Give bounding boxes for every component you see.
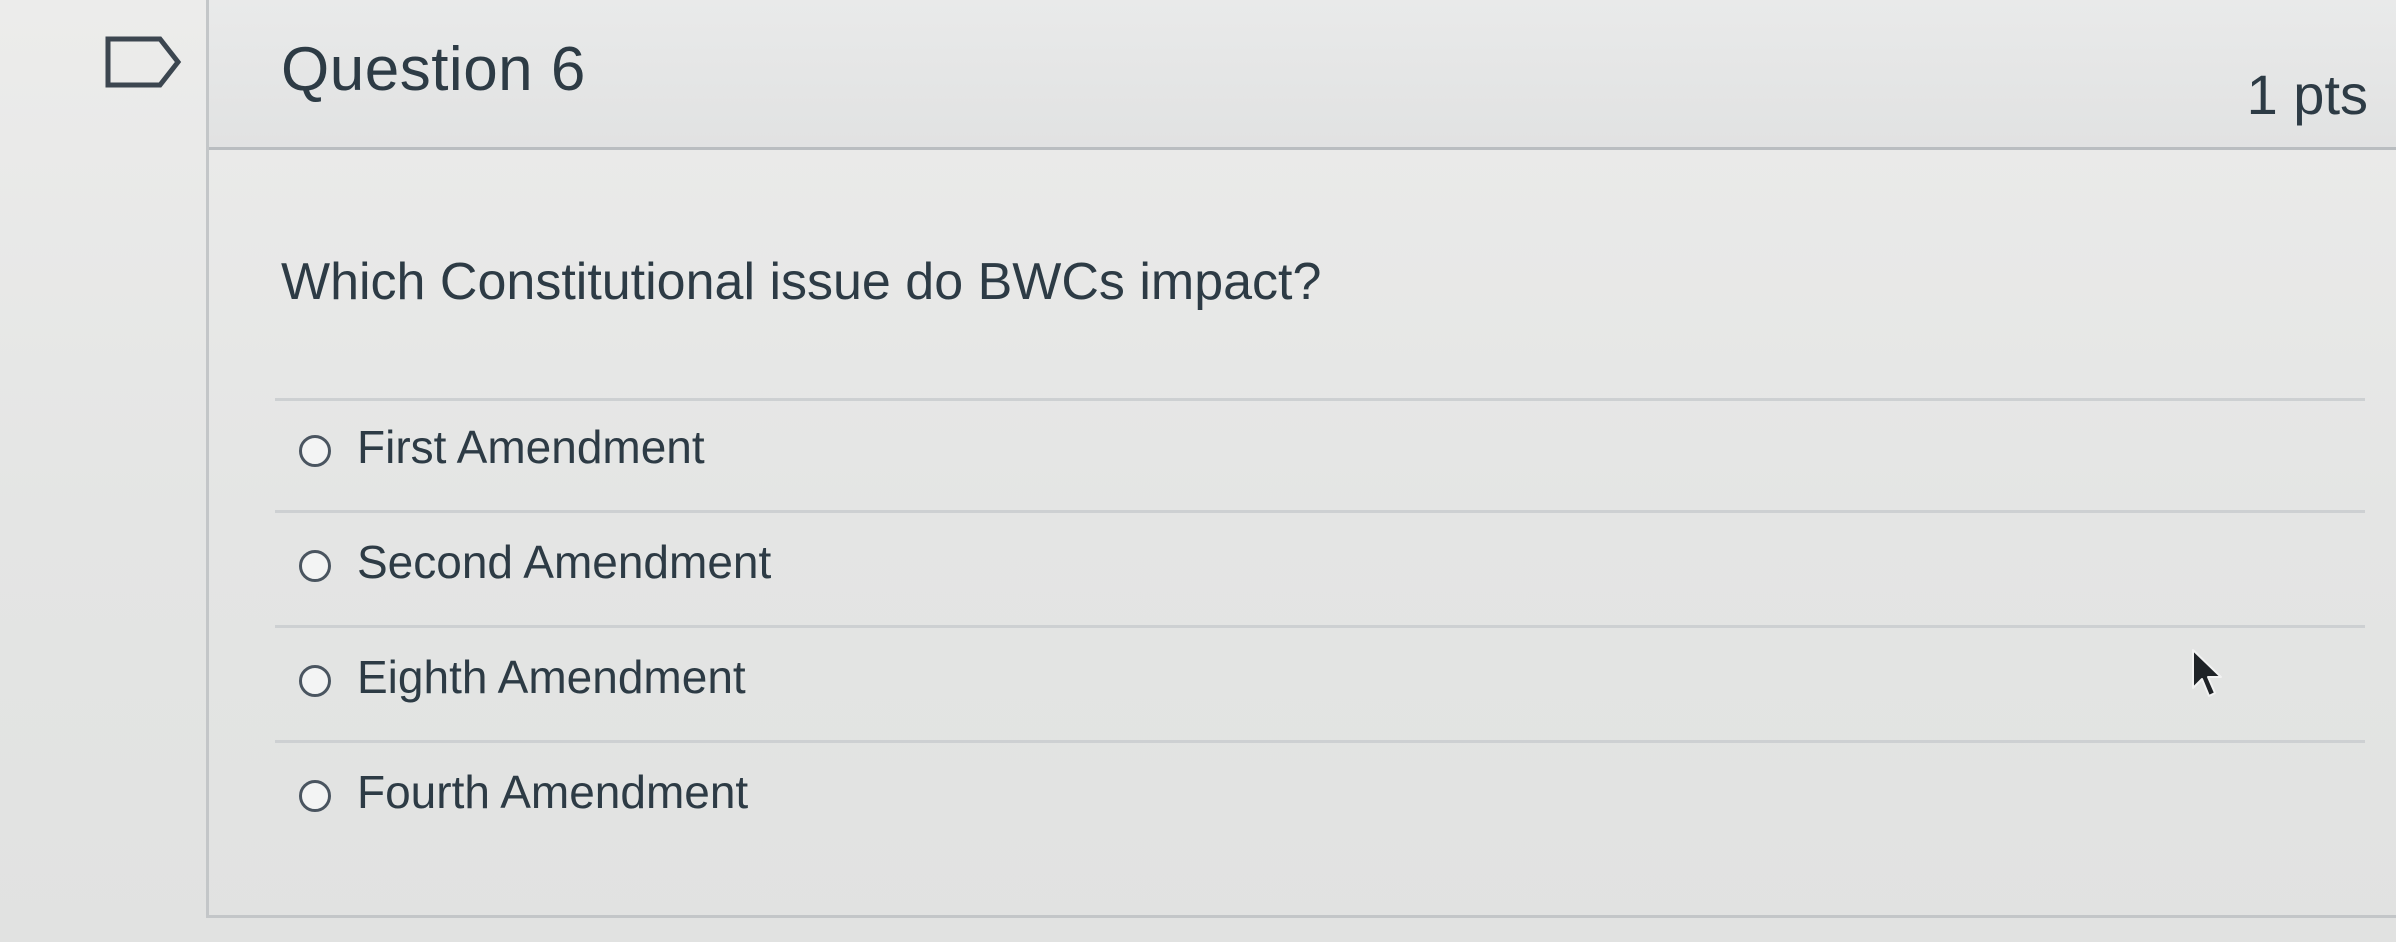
question-card: Question 6 1 pts Which Constitutional is… — [206, 0, 2396, 918]
question-text: Which Constitutional issue do BWCs impac… — [281, 253, 1322, 311]
radio-button[interactable] — [299, 435, 331, 467]
answer-option[interactable]: First Amendment — [275, 398, 2365, 513]
question-points: 1 pts — [2246, 63, 2368, 126]
mouse-pointer-icon — [2190, 648, 2224, 700]
answer-list: First Amendment Second Amendment Eighth … — [275, 398, 2365, 855]
question-header: Question 6 1 pts — [209, 0, 2396, 150]
answer-option[interactable]: Fourth Amendment — [275, 743, 2365, 855]
question-title: Question 6 — [281, 35, 586, 104]
answer-label[interactable]: Eighth Amendment — [357, 650, 746, 704]
answer-label[interactable]: Fourth Amendment — [357, 765, 748, 819]
flag-question-button[interactable] — [104, 35, 184, 89]
quiz-page: Question 6 1 pts Which Constitutional is… — [0, 0, 2396, 942]
radio-button[interactable] — [299, 665, 331, 697]
radio-button[interactable] — [299, 780, 331, 812]
answer-option[interactable]: Second Amendment — [275, 513, 2365, 628]
flag-outline-icon — [105, 36, 182, 88]
radio-button[interactable] — [299, 550, 331, 582]
answer-option[interactable]: Eighth Amendment — [275, 628, 2365, 743]
answer-label[interactable]: First Amendment — [357, 420, 705, 474]
answer-label[interactable]: Second Amendment — [357, 535, 771, 589]
